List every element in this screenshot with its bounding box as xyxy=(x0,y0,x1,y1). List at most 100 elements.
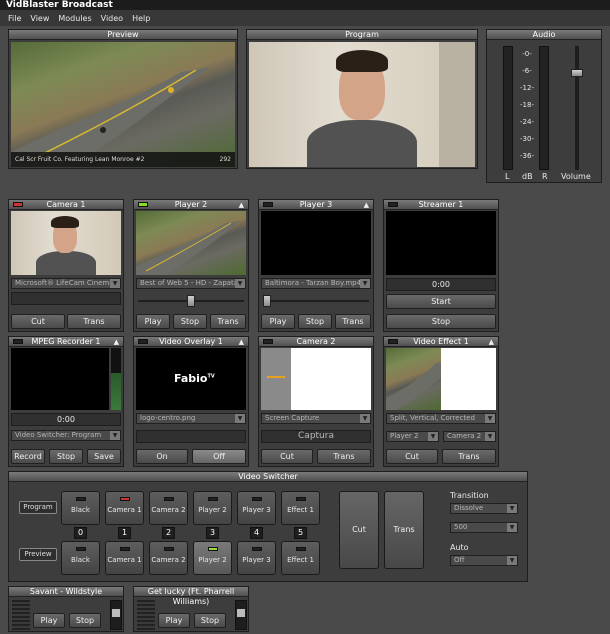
player2-seek-slider[interactable] xyxy=(138,295,244,307)
window-title: VidBlaster Broadcast xyxy=(0,0,610,10)
camera1-trans-button[interactable]: Trans xyxy=(67,314,121,329)
camera2-trans-button[interactable]: Trans xyxy=(317,449,371,464)
eject-icon[interactable]: ▲ xyxy=(114,337,119,347)
effect1-cut-button[interactable]: Cut xyxy=(386,449,438,464)
camera1-cut-button[interactable]: Cut xyxy=(11,314,65,329)
chevron-down-icon: ▼ xyxy=(110,279,120,288)
mpeg-save-button[interactable]: Save xyxy=(87,449,121,464)
program-camera-2-button[interactable]: Camera 2 xyxy=(149,491,188,525)
menu-video[interactable]: Video xyxy=(101,14,123,23)
player3-file-dropdown[interactable]: Baltimora - Tarzan Boy.mp4 ▼ xyxy=(261,278,371,289)
duration-dropdown[interactable]: 500 ▼ xyxy=(450,522,518,533)
mpeg-source-dropdown[interactable]: Video Switcher: Program ▼ xyxy=(11,430,121,441)
overlay1-off-button[interactable]: Off xyxy=(192,449,246,464)
program-black-button[interactable]: Black xyxy=(61,491,100,525)
db-30: -30- xyxy=(520,135,534,143)
chevron-down-icon: ▼ xyxy=(235,279,245,288)
preview-player-2-button[interactable]: Player 2 xyxy=(193,541,232,575)
audio-player2-volume[interactable] xyxy=(235,600,247,630)
menu-file[interactable]: File xyxy=(8,14,21,23)
preview-effect-1-button[interactable]: Effect 1 xyxy=(281,541,320,575)
menu-view[interactable]: View xyxy=(30,14,49,23)
menu-modules[interactable]: Modules xyxy=(58,14,91,23)
camera2-cut-button[interactable]: Cut xyxy=(261,449,313,464)
db-18: -18- xyxy=(520,101,534,109)
effect1-trans-button[interactable]: Trans xyxy=(442,449,496,464)
audio-player2-volume-knob[interactable] xyxy=(237,609,245,617)
program-button-label: Effect 1 xyxy=(287,506,314,514)
mpeg-record-button[interactable]: Record xyxy=(11,449,45,464)
player2-play-button[interactable]: Play xyxy=(136,314,170,329)
camera1-person-shirt xyxy=(36,251,96,275)
program-effect-1-button[interactable]: Effect 1 xyxy=(281,491,320,525)
switcher-trans-button[interactable]: Trans xyxy=(384,491,424,569)
tally-lamp xyxy=(119,547,130,551)
overlay1-on-button[interactable]: On xyxy=(136,449,188,464)
preview-camera-2-button[interactable]: Camera 2 xyxy=(149,541,188,575)
camera1-device-dropdown[interactable]: Microsoft® LifeCam Cinema ▼ xyxy=(11,278,121,289)
road-scene xyxy=(11,67,235,167)
preview-player-3-button[interactable]: Player 3 xyxy=(237,541,276,575)
eject-icon[interactable]: ▲ xyxy=(364,200,369,210)
transition-value: Dissolve xyxy=(454,504,484,512)
audio-player2-stop-button[interactable]: Stop xyxy=(194,613,226,628)
menu-bar: File View Modules Video Help xyxy=(0,10,610,26)
tally-lamp xyxy=(295,547,306,551)
mpeg-level-meter xyxy=(111,348,121,410)
right-label: R xyxy=(542,172,548,181)
overlay1-field xyxy=(136,430,246,443)
preview-number: 292 xyxy=(219,156,231,163)
streamer1-title: Streamer 1 xyxy=(418,200,464,209)
effect1-effect-dropdown[interactable]: Split, Vertical, Corrected ▼ xyxy=(386,413,496,424)
volume-track[interactable] xyxy=(571,46,583,170)
tally-lamp xyxy=(163,497,174,501)
overlay1-file-dropdown[interactable]: logo-centro.png ▼ xyxy=(136,413,246,424)
db-36: -36- xyxy=(520,152,534,160)
effect1-src-a-dropdown[interactable]: Player 2 ▼ xyxy=(386,431,439,442)
preview-button-label: Camera 1 xyxy=(107,556,142,564)
auto-dropdown[interactable]: Off ▼ xyxy=(450,555,518,566)
volume-knob[interactable] xyxy=(571,69,583,78)
source-number: 5 xyxy=(294,527,307,539)
eject-icon[interactable]: ▲ xyxy=(489,337,494,347)
audio-player2-meter xyxy=(137,600,155,630)
player2-trans-button[interactable]: Trans xyxy=(210,314,246,329)
audio-title: Audio xyxy=(487,30,601,40)
audio-player2-play-button[interactable]: Play xyxy=(158,613,190,628)
player3-seek-knob[interactable] xyxy=(263,295,271,307)
program-player-3-button[interactable]: Player 3 xyxy=(237,491,276,525)
player3-trans-button[interactable]: Trans xyxy=(335,314,371,329)
program-player-2-button[interactable]: Player 2 xyxy=(193,491,232,525)
mpeg-stop-button[interactable]: Stop xyxy=(49,449,83,464)
mpeg-video xyxy=(11,348,109,410)
eject-icon[interactable]: ▲ xyxy=(239,200,244,210)
player2-seek-knob[interactable] xyxy=(187,295,195,307)
player3-stop-button[interactable]: Stop xyxy=(298,314,332,329)
chevron-down-icon: ▼ xyxy=(110,431,120,440)
mpeg-led xyxy=(13,339,23,344)
player2-file-dropdown[interactable]: Best of Web 5 - HD - Zapata ▼ xyxy=(136,278,246,289)
camera1-panel: Camera 1 Microsoft® LifeCam Cinema ▼ Cut … xyxy=(8,199,124,332)
preview-black-button[interactable]: Black xyxy=(61,541,100,575)
audio-player1-volume[interactable] xyxy=(110,600,122,630)
streamer1-stop-button[interactable]: Stop xyxy=(386,314,496,329)
menu-help[interactable]: Help xyxy=(132,14,150,23)
effect1-src-b-dropdown[interactable]: Camera 2 ▼ xyxy=(443,431,496,442)
audio-player1-volume-knob[interactable] xyxy=(112,609,120,617)
camera2-device-dropdown[interactable]: Screen Capture ▼ xyxy=(261,413,371,424)
player2-stop-button[interactable]: Stop xyxy=(173,314,207,329)
transition-dropdown[interactable]: Dissolve ▼ xyxy=(450,503,518,514)
preview-row-label: Preview xyxy=(19,548,57,561)
audio-player1-play-button[interactable]: Play xyxy=(33,613,65,628)
switcher-cut-button[interactable]: Cut xyxy=(339,491,379,569)
preview-camera-1-button[interactable]: Camera 1 xyxy=(105,541,144,575)
effect1-video-right xyxy=(441,348,496,410)
chevron-down-icon: ▼ xyxy=(360,414,370,423)
right-meter xyxy=(539,46,549,170)
eject-icon[interactable]: ▲ xyxy=(239,337,244,347)
program-camera-1-button[interactable]: Camera 1 xyxy=(105,491,144,525)
player3-seek-slider[interactable] xyxy=(263,295,369,307)
player3-play-button[interactable]: Play xyxy=(261,314,295,329)
streamer1-start-button[interactable]: Start xyxy=(386,294,496,309)
audio-player1-stop-button[interactable]: Stop xyxy=(69,613,101,628)
